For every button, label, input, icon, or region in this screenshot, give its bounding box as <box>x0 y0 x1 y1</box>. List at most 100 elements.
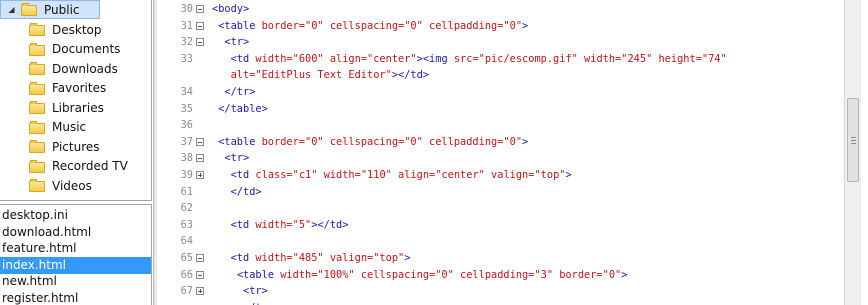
code-token: "EditPlus Text Editor" <box>255 69 392 82</box>
collapse-fold-icon[interactable] <box>196 137 204 146</box>
code-token: > <box>522 19 529 32</box>
tree-item-label: Recorded TV <box>52 159 128 173</box>
code-token: </tr> <box>224 86 256 98</box>
code-token: width= <box>317 169 361 181</box>
expand-fold-icon[interactable] <box>196 171 204 179</box>
code-token: border= <box>261 19 306 32</box>
scrollbar-thumb[interactable] <box>847 98 859 182</box>
code-token: <tr> <box>224 36 250 49</box>
tree-item-label: Documents <box>52 42 121 56</box>
file-list-item[interactable]: feature.html <box>0 240 151 257</box>
folder-icon <box>29 81 46 95</box>
tree-item-label: Public <box>44 2 80 17</box>
code-token: "0" <box>503 19 523 32</box>
code-token: <td <box>230 218 256 231</box>
file-browser-pane: ◢ Public Desktop Documents Downloads Favori… <box>0 0 153 305</box>
tree-item[interactable]: Pictures <box>29 137 100 156</box>
code-token: </td> <box>317 218 349 231</box>
code-token: <tr> <box>224 152 250 165</box>
collapse-fold-icon[interactable] <box>196 154 204 163</box>
code-token: </table> <box>218 102 268 115</box>
expand-fold-icon[interactable] <box>196 287 204 296</box>
line-number: 67 <box>180 285 193 298</box>
code-token: <table <box>218 19 262 32</box>
folder-icon <box>21 3 38 16</box>
code-text: <table border="0" cellspacing="0" cellpa… <box>212 133 528 152</box>
code-text: </td> <box>212 183 262 202</box>
folder-icon <box>29 179 46 192</box>
code-token: valign= <box>484 169 535 181</box>
code-token: <img <box>422 52 454 65</box>
tree-item[interactable]: Desktop <box>29 20 102 39</box>
code-token: "pic/escomp.gif" <box>478 52 578 65</box>
code-token: width= <box>255 252 293 264</box>
code-token: <table <box>218 135 262 148</box>
file-list-item[interactable]: register.html <box>0 290 151 305</box>
code-token: "600" <box>292 52 324 65</box>
code-token: align= <box>391 169 436 181</box>
code-token: "0" <box>404 19 423 32</box>
tree-item-label: Downloads <box>52 61 118 76</box>
collapse-fold-icon[interactable] <box>196 270 204 279</box>
collapse-fold-icon[interactable] <box>196 38 204 47</box>
code-editor[interactable]: 30 <body> 31 <table border="0" cellspacing… <box>157 0 844 305</box>
folder-icon <box>29 42 46 56</box>
tree-item-label: Pictures <box>52 139 100 154</box>
code-text: </table> <box>212 100 268 119</box>
code-token: border= <box>261 135 306 148</box>
folder-icon <box>29 120 46 134</box>
file-list-item[interactable]: desktop.ini <box>0 207 151 224</box>
file-list-item[interactable]: index.html <box>0 256 151 274</box>
file-list-item[interactable]: new.html <box>0 273 151 290</box>
tree-item[interactable]: Videos <box>29 176 92 195</box>
code-token: "0" <box>404 135 423 148</box>
code-token: "485" <box>292 252 324 264</box>
tree-item[interactable]: Libraries <box>29 98 104 117</box>
tree-item-public[interactable]: ◢ Public <box>0 0 100 19</box>
code-token: "top" <box>373 252 405 264</box>
code-token: width= <box>255 218 293 231</box>
code-token: </td> <box>398 69 430 82</box>
code-token: cellpadding= <box>422 135 504 148</box>
directory-tree[interactable]: ◢ Public Desktop Documents Downloads Favori… <box>0 0 152 201</box>
vertical-scrollbar[interactable] <box>844 0 862 305</box>
code-token: width= <box>255 52 293 65</box>
collapse-fold-icon[interactable] <box>196 254 204 262</box>
code-token: cellspacing= <box>323 19 405 32</box>
collapse-fold-icon[interactable] <box>196 5 204 13</box>
tree-item[interactable]: Music <box>29 118 86 137</box>
code-token: <td <box>230 169 256 181</box>
code-token: > <box>522 135 529 148</box>
expand-arrow-icon[interactable]: ◢ <box>7 5 16 14</box>
tree-item[interactable]: Recorded TV <box>29 157 128 176</box>
tree-item-label: Videos <box>52 178 92 193</box>
code-token: > <box>565 169 572 181</box>
code-token: "74" <box>701 52 727 65</box>
tree-item-label: Desktop <box>52 22 102 37</box>
code-token: </td> <box>230 185 262 198</box>
code-token: "5" <box>292 218 312 231</box>
collapse-fold-icon[interactable] <box>196 21 204 30</box>
tree-item[interactable]: Documents <box>29 40 120 59</box>
code-token: "245" <box>621 52 653 65</box>
code-token: "center" <box>435 169 485 181</box>
file-list[interactable]: desktop.ini download.html feature.html inde… <box>0 204 152 305</box>
folder-icon <box>29 140 46 153</box>
line-number: 33 <box>180 52 193 65</box>
tree-item[interactable]: Downloads <box>29 59 118 78</box>
code-token: align= <box>323 52 368 65</box>
file-list-item[interactable]: download.html <box>0 224 151 241</box>
folder-icon <box>29 23 46 36</box>
code-token: valign= <box>323 252 374 264</box>
code-token: <td <box>230 252 256 264</box>
code-token: "100%" <box>317 268 355 281</box>
code-token: class= <box>255 169 293 181</box>
tree-item[interactable]: Favorites <box>29 79 106 98</box>
